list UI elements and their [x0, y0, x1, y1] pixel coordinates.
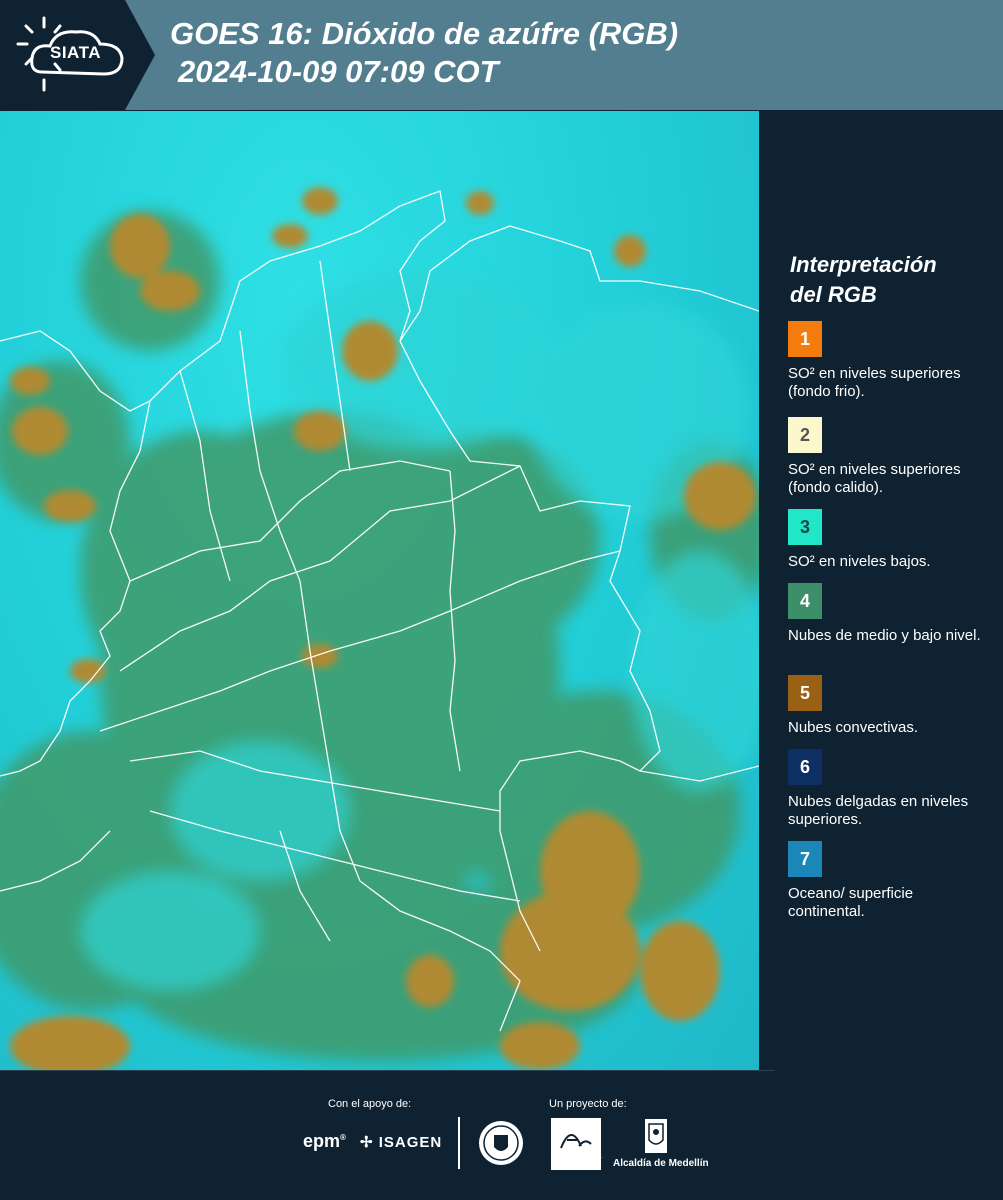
legend-item-4: 4 Nubes de medio y bajo nivel. [788, 583, 993, 645]
project-label: Un proyecto de: [549, 1098, 627, 1110]
legend-item-7: 7 Oceano/ superficie continental. [788, 841, 993, 921]
epm-logo-text: epm [303, 1131, 341, 1151]
legend-item-3: 3 SO² en niveles bajos. [788, 509, 993, 571]
logo-text: SIATA [50, 43, 101, 62]
map-graphic [0, 187, 759, 1070]
legend-item-6: 6 Nubes delgadas en niveles superiores. [788, 749, 993, 829]
isagen-logo-text: ISAGEN [378, 1134, 443, 1151]
legend-swatch: 3 [788, 509, 822, 545]
footer: Con el apoyo de: Un proyecto de: epm® ✢ … [0, 1070, 1003, 1200]
alcaldia-text: Alcaldía de Medellín [613, 1158, 709, 1169]
legend-label: Nubes convectivas. [788, 719, 919, 736]
legend-label: SO² en niveles bajos. [788, 553, 931, 570]
legend-swatch: 2 [788, 417, 822, 453]
legend-swatch: 1 [788, 321, 822, 357]
legend-swatch: 6 [788, 749, 822, 785]
legend-item-1: 1 SO² en niveles superiores (fondo frio)… [788, 321, 993, 401]
legend-label: Nubes delgadas en niveles superiores. [788, 793, 969, 828]
legend-title: Interpretación del RGB [790, 250, 990, 310]
footer-separator [458, 1117, 460, 1169]
header-bar: SIATA GOES 16: Dióxido de azúfre (RGB) 2… [0, 0, 1003, 110]
epm-logo[interactable]: epm® [303, 1131, 346, 1152]
legend-swatch: 5 [788, 675, 822, 711]
amva-line1: METROPOLITANA [550, 1154, 602, 1160]
alcaldia-shield-icon[interactable] [644, 1118, 668, 1154]
legend-title-line2: del RGB [790, 282, 877, 307]
area-metropolitana-text: METROPOLITANA Valle de Aburrá [546, 1154, 606, 1168]
satellite-map[interactable] [0, 111, 759, 1070]
legend-swatch: 4 [788, 583, 822, 619]
legend-swatch: 7 [788, 841, 822, 877]
page-title: GOES 16: Dióxido de azúfre (RGB) [170, 16, 679, 51]
legend-title-line1: Interpretación [790, 252, 937, 277]
medellin-seal-icon[interactable] [477, 1119, 525, 1167]
amva-line2: Valle de Aburrá [555, 1161, 597, 1167]
legend-label: Nubes de medio y bajo nivel. [788, 627, 981, 644]
footer-divider-line [0, 1070, 775, 1071]
legend-item-2: 2 SO² en niveles superiores (fondo calid… [788, 417, 993, 497]
isagen-icon: ✢ [360, 1134, 374, 1151]
support-label: Con el apoyo de: [328, 1098, 412, 1110]
siata-logo[interactable]: SIATA [0, 0, 155, 110]
legend-label: SO² en niveles superiores (fondo calido)… [788, 461, 961, 496]
isagen-logo[interactable]: ✢ ISAGEN [360, 1133, 442, 1151]
legend-label: SO² en niveles superiores (fondo frio). [788, 365, 961, 400]
legend-label: Oceano/ superficie continental. [788, 885, 914, 920]
legend-item-5: 5 Nubes convectivas. [788, 675, 993, 737]
page-timestamp: 2024-10-09 07:09 COT [178, 54, 499, 89]
